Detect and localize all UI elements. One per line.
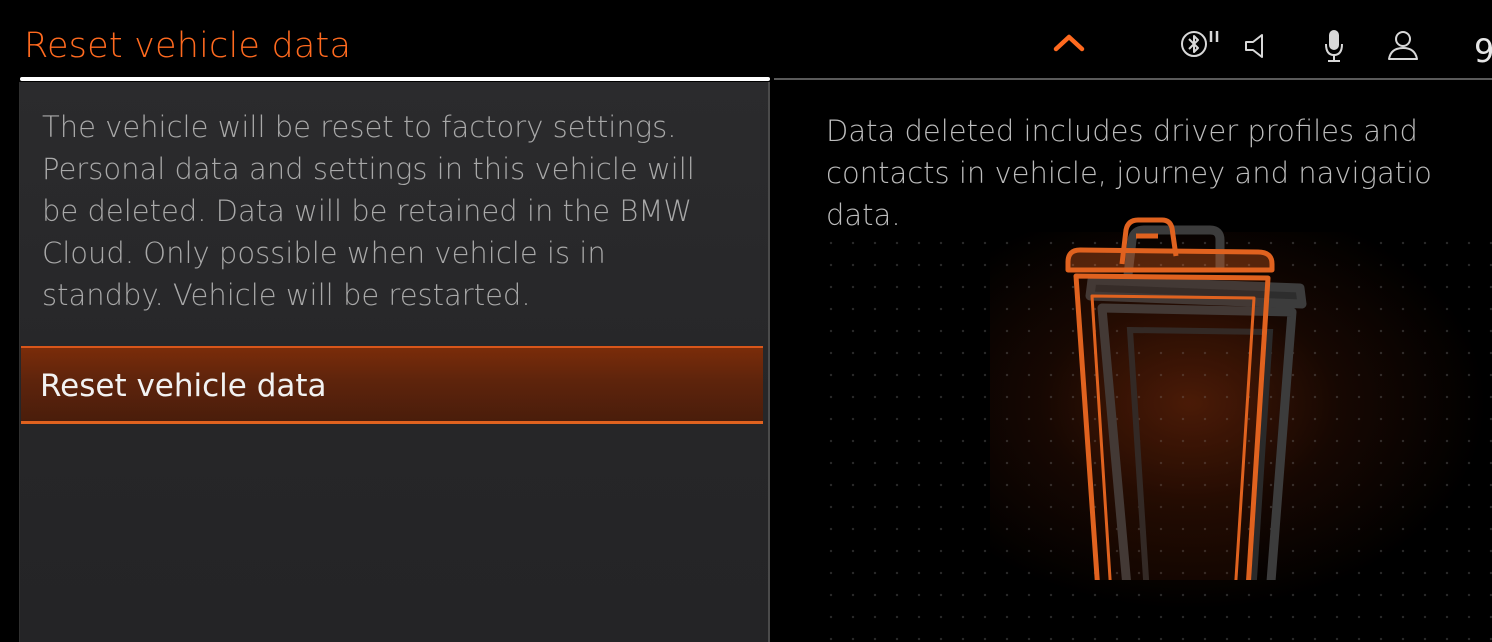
- trash-can-icon: [1040, 200, 1340, 625]
- info-line: Data deleted includes driver profiles an…: [826, 114, 1418, 148]
- page-title: Reset vehicle data: [24, 26, 352, 66]
- header-bar: Reset vehicle data 9: [0, 0, 1492, 81]
- header-divider: [774, 78, 1492, 80]
- reset-description: The vehicle will be reset to factory set…: [42, 106, 772, 316]
- left-edge: [0, 82, 19, 642]
- description-line: The vehicle will be reset to factory set…: [42, 110, 677, 144]
- description-line: standby. Vehicle will be restarted.: [42, 278, 531, 312]
- description-line: Cloud. Only possible when vehicle is in: [42, 236, 606, 270]
- info-line: contacts in vehicle, journey and navigat…: [826, 156, 1432, 190]
- clock: 9: [1474, 32, 1492, 70]
- screen: Reset vehicle data 9 The vehicle will be…: [0, 0, 1492, 642]
- header-divider-active: [20, 77, 770, 81]
- info-line: data.: [826, 198, 901, 232]
- info-panel: Data deleted includes driver profiles an…: [770, 82, 1492, 642]
- user-profile-icon[interactable]: [1386, 28, 1420, 66]
- chevron-up-icon[interactable]: [1052, 30, 1086, 58]
- microphone-icon[interactable]: [1322, 28, 1346, 68]
- speaker-muted-icon[interactable]: [1242, 32, 1272, 64]
- reset-info-text: Data deleted includes driver profiles an…: [826, 110, 1492, 236]
- settings-panel: The vehicle will be reset to factory set…: [19, 82, 770, 642]
- description-line: be deleted. Data will be retained in the…: [42, 194, 693, 228]
- bluetooth-icon[interactable]: [1180, 28, 1222, 66]
- description-line: Personal data and settings in this vehic…: [42, 152, 695, 186]
- reset-button-label: Reset vehicle data: [40, 368, 327, 404]
- reset-vehicle-data-button[interactable]: Reset vehicle data: [21, 346, 763, 424]
